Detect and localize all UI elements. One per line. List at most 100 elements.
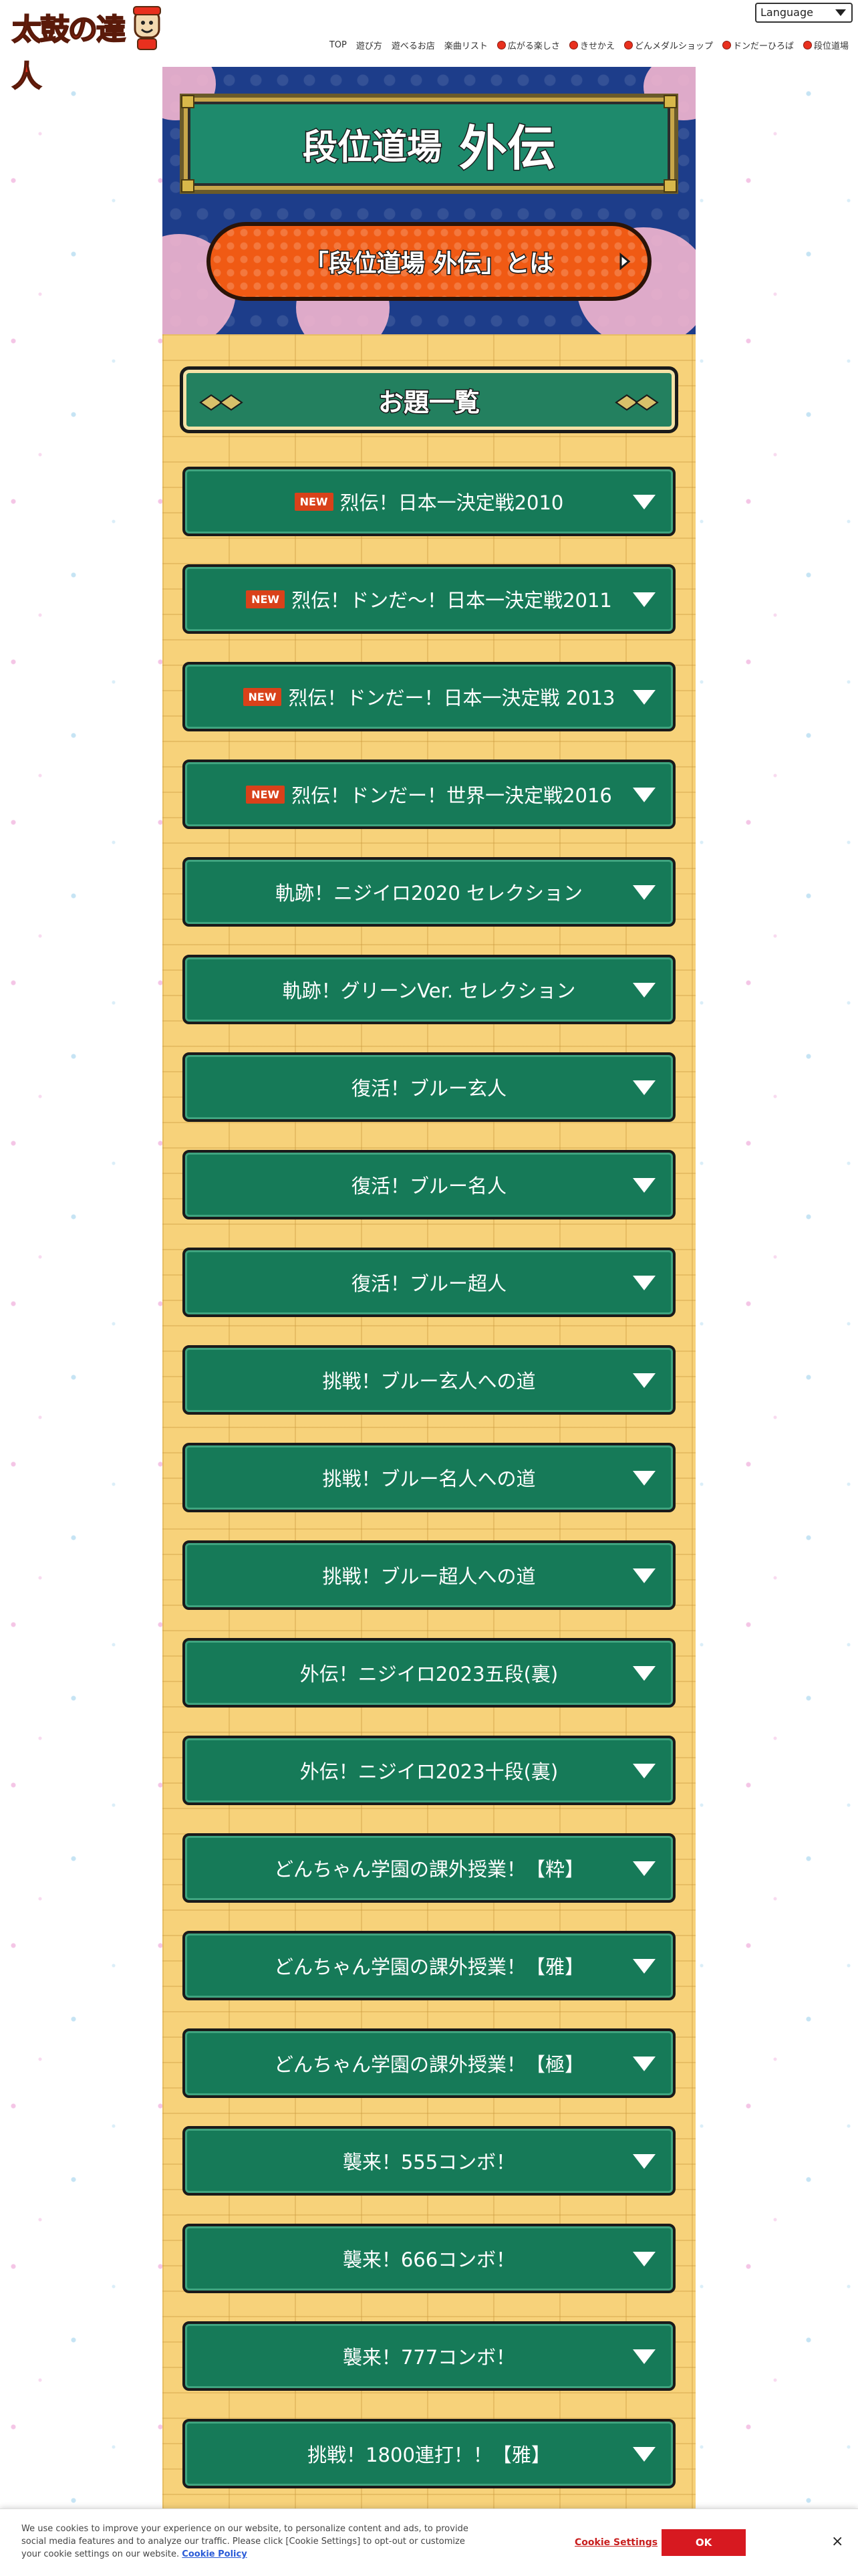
chevron-down-icon xyxy=(633,1861,656,1876)
challenge-item[interactable]: どんちゃん学園の課外授業！【雅】 xyxy=(182,1931,676,2000)
diamond-ornament-icon xyxy=(199,394,243,411)
chevron-down-icon xyxy=(633,1666,656,1681)
chevron-down-icon xyxy=(633,1959,656,1974)
challenge-item[interactable]: 復活！ブルー玄人 xyxy=(182,1052,676,1122)
challenge-item-label: 軌跡！ニジイロ2020 セレクション xyxy=(275,882,583,905)
challenge-item-label: どんちゃん学園の課外授業！【雅】 xyxy=(273,1956,584,1978)
challenge-item[interactable]: 挑戦！ブルー玄人への道 xyxy=(182,1345,676,1415)
site-header: 太鼓の達人 Language TOP 遊び方 遊べるお店 楽曲リスト 広がる楽し… xyxy=(0,0,858,94)
challenge-item-label: 挑戦！ブルー超人への道 xyxy=(322,1565,536,1588)
nav-item-top[interactable]: TOP xyxy=(329,39,347,51)
nav-item-label: 楽曲リスト xyxy=(444,41,488,51)
chevron-down-icon xyxy=(633,1471,656,1486)
nav-item-fun[interactable]: 広がる楽しさ xyxy=(496,39,560,51)
challenge-item[interactable]: どんちゃん学園の課外授業！【粋】 xyxy=(182,1833,676,1903)
challenge-item-label: 襲来！777コンボ！ xyxy=(342,2346,516,2369)
chevron-down-icon xyxy=(633,2154,656,2169)
about-gaiden-button[interactable]: 「段位道場 外伝」とは xyxy=(206,222,652,301)
chevron-down-icon xyxy=(633,1764,656,1778)
nav-item-customize[interactable]: きせかえ xyxy=(569,39,615,51)
new-badge: NEW xyxy=(246,785,285,804)
drum-icon xyxy=(496,41,506,49)
challenge-item[interactable]: 襲来！555コンボ！ xyxy=(182,2126,676,2196)
cookie-settings-button[interactable]: Cookie Settings xyxy=(575,2537,658,2548)
challenge-item-label: 襲来！555コンボ！ xyxy=(342,2151,516,2174)
challenge-item[interactable]: どんちゃん学園の課外授業！【極】 xyxy=(182,2028,676,2098)
challenge-item[interactable]: 軌跡！グリーンVer. セレクション xyxy=(182,955,676,1024)
chevron-down-icon xyxy=(633,592,656,607)
cookie-ok-button[interactable]: OK xyxy=(662,2529,746,2556)
challenge-item[interactable]: 挑戦！ブルー名人への道 xyxy=(182,1443,676,1512)
chevron-right-icon xyxy=(619,252,631,271)
challenge-item-label: 復活！ブルー玄人 xyxy=(351,1077,507,1100)
page-title: 段位道場 外伝 xyxy=(184,98,674,190)
nav-item-label: 広がる楽しさ xyxy=(507,41,560,51)
challenge-item[interactable]: NEW 烈伝！ドンだ〜！日本一決定戦2011 xyxy=(182,564,676,634)
nav-item-medal-shop[interactable]: どんメダルショップ xyxy=(623,39,713,51)
challenge-item-label: 挑戦！ブルー玄人への道 xyxy=(322,1370,536,1393)
nav-item-donder-hiroba[interactable]: ドンだーひろば xyxy=(722,39,794,51)
challenge-item[interactable]: NEW 烈伝！ドンだー！日本一決定戦 2013 xyxy=(182,662,676,731)
nav-item-dan-dojo[interactable]: 段位道場 xyxy=(803,39,849,51)
diamond-ornament-icon xyxy=(615,394,659,411)
page-title-main: 段位道場 xyxy=(301,126,442,168)
main-column: 段位道場 外伝 「段位道場 外伝」とは お題一覧 NEW 烈伝！日本一決定戦201… xyxy=(162,67,696,2575)
drum-icon xyxy=(722,41,731,49)
challenge-item-label: 復活！ブルー超人 xyxy=(351,1272,507,1295)
chevron-down-icon xyxy=(835,9,846,16)
page-title-board: 段位道場 外伝 xyxy=(180,94,678,194)
drum-icon xyxy=(623,41,633,49)
challenge-item-label: 挑戦！ブルー名人への道 xyxy=(322,1468,536,1490)
nav-item-stores[interactable]: 遊べるお店 xyxy=(392,39,435,51)
chevron-down-icon xyxy=(633,1568,656,1583)
nav-item-how-to-play[interactable]: 遊び方 xyxy=(356,39,382,51)
chevron-down-icon xyxy=(633,983,656,998)
hero-banner: 段位道場 外伝 「段位道場 外伝」とは xyxy=(162,67,696,334)
cookie-banner: We use cookies to improve your experienc… xyxy=(0,2508,858,2576)
chevron-down-icon xyxy=(633,495,656,509)
cookie-policy-link[interactable]: Cookie Policy xyxy=(182,2549,247,2559)
nav-item-song-list[interactable]: 楽曲リスト xyxy=(444,39,488,51)
challenge-item[interactable]: 外伝！ニジイロ2023十段(裏) xyxy=(182,1736,676,1805)
chevron-down-icon xyxy=(633,1178,656,1193)
challenge-item[interactable]: 挑戦！ブルー超人への道 xyxy=(182,1540,676,1610)
about-gaiden-label: 「段位道場 外伝」とは xyxy=(303,249,555,279)
new-badge: NEW xyxy=(246,590,285,608)
challenge-item[interactable]: 挑戦！1800連打！！【雅】 xyxy=(182,2419,676,2488)
challenge-item[interactable]: 外伝！ニジイロ2023五段(裏) xyxy=(182,1638,676,1708)
drum-icon xyxy=(569,41,578,49)
chevron-down-icon xyxy=(633,788,656,802)
nav-item-label: どんメダルショップ xyxy=(634,41,713,51)
challenge-item-label: どんちゃん学園の課外授業！【極】 xyxy=(273,2053,584,2076)
page-title-sub: 外伝 xyxy=(458,119,556,177)
new-badge: NEW xyxy=(294,492,333,511)
challenge-item-label: 挑戦！1800連打！！【雅】 xyxy=(307,2444,551,2466)
challenge-item-label: 烈伝！日本一決定戦2010 xyxy=(339,491,564,514)
challenge-item[interactable]: 軌跡！ニジイロ2020 セレクション xyxy=(182,857,676,927)
new-badge: NEW xyxy=(243,687,282,706)
challenge-item[interactable]: NEW 烈伝！日本一決定戦2010 xyxy=(182,467,676,536)
challenge-list-area: お題一覧 NEW 烈伝！日本一決定戦2010 NEW 烈伝！ドンだ〜！日本一決定戦20… xyxy=(162,334,696,2575)
challenge-item[interactable]: 襲来！777コンボ！ xyxy=(182,2321,676,2391)
language-select[interactable]: Language xyxy=(755,3,853,23)
challenge-item-label: 外伝！ニジイロ2023五段(裏) xyxy=(299,1663,559,1685)
top-nav: TOP 遊び方 遊べるお店 楽曲リスト 広がる楽しさ きせかえ どんメダルショッ… xyxy=(329,39,849,51)
chevron-down-icon xyxy=(633,885,656,900)
don-chan-mascot-icon xyxy=(133,6,161,50)
challenge-list-title: お題一覧 xyxy=(377,386,480,418)
challenge-item[interactable]: NEW 烈伝！ドンだー！世界一決定戦2016 xyxy=(182,759,676,829)
challenge-item[interactable]: 復活！ブルー名人 xyxy=(182,1150,676,1219)
chevron-down-icon xyxy=(633,2057,656,2071)
nav-item-label: きせかえ xyxy=(579,41,615,51)
challenge-item[interactable]: 襲来！666コンボ！ xyxy=(182,2224,676,2293)
drum-icon xyxy=(803,41,812,49)
challenge-item-label: 軌跡！グリーンVer. セレクション xyxy=(282,979,576,1002)
challenge-item[interactable]: 復活！ブルー超人 xyxy=(182,1248,676,1317)
chevron-down-icon xyxy=(633,1080,656,1095)
cookie-banner-text: We use cookies to improve your experienc… xyxy=(21,2523,476,2561)
close-icon[interactable]: × xyxy=(831,2533,843,2550)
nav-item-label: TOP xyxy=(329,40,347,50)
site-logo[interactable]: 太鼓の達人 xyxy=(11,7,126,94)
chevron-down-icon xyxy=(633,2349,656,2364)
language-select-label: Language xyxy=(760,6,813,19)
